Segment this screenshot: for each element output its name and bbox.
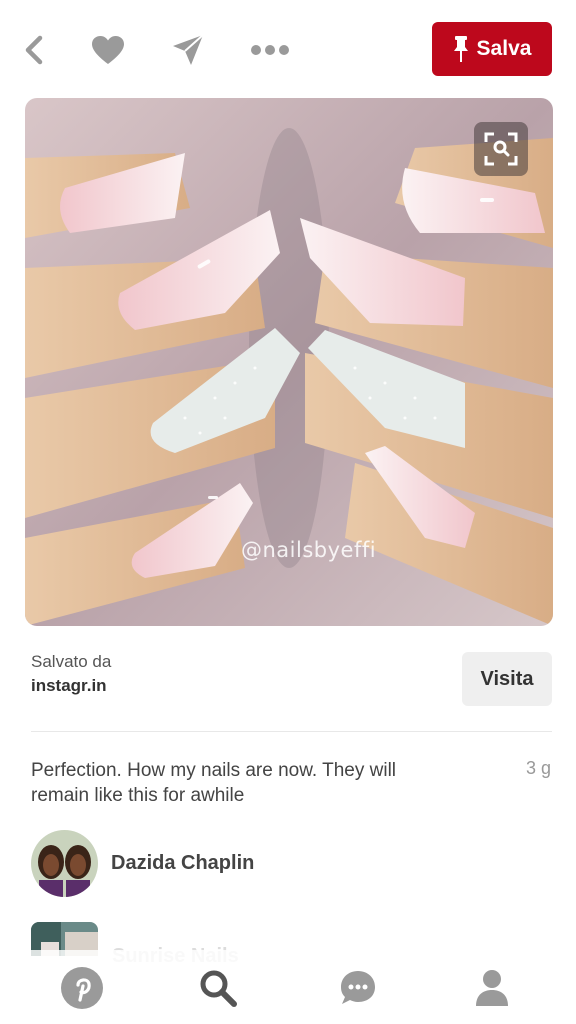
heart-icon	[92, 36, 124, 64]
chat-icon	[341, 971, 375, 1004]
visit-button[interactable]: Visita	[462, 652, 552, 706]
visual-search-button[interactable]	[474, 122, 528, 176]
pin-description: Perfection. How my nails are now. They w…	[31, 760, 397, 806]
ellipsis-icon	[251, 45, 289, 55]
back-button[interactable]	[14, 30, 54, 70]
save-button[interactable]: Salva	[432, 22, 552, 76]
image-watermark: @nailsbyeffi	[241, 538, 377, 562]
source-site[interactable]: instagr.in	[31, 676, 111, 696]
pushpin-icon	[453, 36, 468, 62]
bottom-navigation	[0, 950, 576, 1024]
avatar[interactable]	[31, 830, 98, 897]
pin-image[interactable]: @nailsbyeffi	[25, 98, 553, 626]
pinterest-home-icon	[61, 967, 103, 1009]
username[interactable]: Dazida Chaplin	[111, 852, 254, 875]
like-button[interactable]	[88, 30, 128, 70]
pin-timestamp: 3 g	[525, 758, 551, 778]
profile-icon	[476, 970, 508, 1006]
source-info: Salvato da instagr.in	[31, 652, 111, 696]
nav-home[interactable]	[58, 964, 106, 1012]
search-icon	[200, 970, 237, 1007]
pinner-profile[interactable]: Dazida Chaplin	[31, 830, 254, 897]
more-options-button[interactable]	[250, 30, 290, 70]
nav-profile[interactable]	[468, 964, 516, 1012]
send-button[interactable]	[168, 30, 208, 70]
save-button-label: Salva	[476, 37, 532, 60]
nav-messages[interactable]	[334, 964, 382, 1012]
top-bar: Salva	[0, 0, 576, 98]
paper-plane-icon	[173, 34, 204, 65]
saved-from-label: Salvato da	[31, 652, 112, 671]
visual-search-icon	[484, 132, 518, 166]
divider	[31, 731, 552, 732]
chevron-left-icon	[25, 35, 43, 65]
nav-search[interactable]	[194, 964, 242, 1012]
